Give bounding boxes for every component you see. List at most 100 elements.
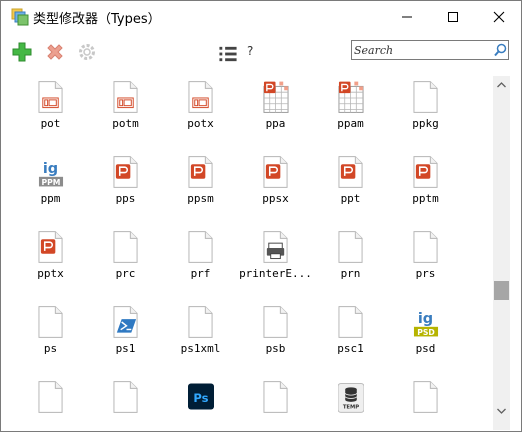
powerpoint-file-icon	[113, 156, 138, 188]
svg-text:Ps: Ps	[193, 391, 208, 405]
svg-text:PPM: PPM	[42, 178, 61, 187]
blank-file-icon	[338, 231, 363, 263]
file-type-item[interactable]: potx	[163, 76, 238, 146]
file-type-label: pptx	[37, 267, 64, 280]
file-type-label: pptm	[412, 192, 439, 205]
blank-file-icon	[113, 231, 138, 263]
svg-text:TEMP: TEMP	[343, 405, 359, 411]
powerpoint-file-icon	[188, 156, 213, 188]
file-type-item[interactable]	[88, 376, 163, 430]
blank-file-icon	[263, 306, 288, 338]
file-type-item[interactable]: ppsm	[163, 151, 238, 221]
file-type-item[interactable]: pptm	[388, 151, 463, 221]
file-type-item[interactable]: pot	[13, 76, 88, 146]
file-type-label: ppt	[340, 192, 361, 205]
file-type-item[interactable]: printerE...	[238, 226, 313, 296]
minimize-button[interactable]	[384, 1, 430, 32]
file-type-item[interactable]: psb	[238, 301, 313, 371]
file-type-label: pot	[40, 117, 61, 130]
file-type-item[interactable]: ppa	[238, 76, 313, 146]
file-type-label: prc	[115, 267, 136, 280]
svg-text:PSD: PSD	[417, 328, 435, 337]
file-type-item[interactable]: pps	[88, 151, 163, 221]
maximize-icon	[448, 12, 458, 22]
powershell-script-icon	[113, 306, 138, 338]
blank-file-icon	[188, 231, 213, 263]
file-type-item[interactable]: Ps	[163, 376, 238, 430]
scroll-thumb[interactable]	[494, 281, 509, 300]
maximize-button[interactable]	[430, 1, 476, 32]
close-icon	[493, 11, 505, 23]
file-type-item[interactable]: prn	[313, 226, 388, 296]
file-type-grid: pot potm potx ppa ppam ppkg ig PPM ppm pps ppsm pps…	[2, 76, 493, 430]
file-type-label: psd	[415, 342, 436, 355]
ppa-addin-icon	[263, 81, 289, 113]
file-type-item[interactable]: ig PPM ppm	[13, 151, 88, 221]
blank-file-icon	[413, 231, 438, 263]
blank-file-icon	[38, 381, 63, 413]
photoshop-icon: Ps	[188, 383, 214, 410]
file-type-label: potm	[112, 117, 139, 130]
file-type-item[interactable]: pptx	[13, 226, 88, 296]
file-type-item[interactable]	[388, 376, 463, 430]
app-icon	[11, 8, 29, 26]
search-icon[interactable]	[494, 43, 507, 57]
powerpoint-file-icon	[38, 231, 63, 263]
file-type-item[interactable]	[238, 376, 313, 430]
scroll-down-arrow[interactable]	[497, 408, 506, 414]
file-type-item[interactable]: ppkg	[388, 76, 463, 146]
file-type-label: potx	[187, 117, 214, 130]
file-type-item[interactable]: ps1xml	[163, 301, 238, 371]
database-temp-icon: TEMP	[338, 383, 364, 413]
search-box[interactable]	[351, 40, 509, 60]
title-bar[interactable]: 类型修改器（Types）	[1, 1, 521, 32]
powerpoint-file-icon	[413, 156, 438, 188]
file-type-item[interactable]: ppt	[313, 151, 388, 221]
list-view-button[interactable]	[218, 44, 238, 64]
file-type-item[interactable]: ig PSD psd	[388, 301, 463, 371]
blank-file-icon	[38, 306, 63, 338]
scroll-up-arrow[interactable]	[497, 82, 506, 88]
blank-file-icon	[263, 381, 288, 413]
file-type-item[interactable]: ps	[13, 301, 88, 371]
file-type-label: ppm	[40, 192, 61, 205]
delete-button[interactable]	[45, 42, 65, 62]
close-button[interactable]	[476, 1, 521, 32]
psd-image-icon: igPSD	[413, 311, 439, 337]
ppm-image-icon: igPPM	[38, 161, 64, 187]
blank-file-icon	[113, 381, 138, 413]
types-window: 类型修改器（Types） ? Search pot potm potx ppa …	[0, 0, 522, 432]
settings-button[interactable]	[77, 42, 97, 62]
add-button[interactable]	[12, 42, 32, 62]
file-type-label: ppam	[337, 117, 364, 130]
file-type-label: ppsm	[187, 192, 214, 205]
file-type-label: ppa	[265, 117, 286, 130]
search-input[interactable]	[354, 42, 484, 58]
window-title: 类型修改器（Types）	[33, 12, 161, 27]
file-type-label: prn	[340, 267, 361, 280]
file-type-label: printerE...	[239, 267, 312, 280]
file-type-item[interactable]: prc	[88, 226, 163, 296]
file-type-item[interactable]: potm	[88, 76, 163, 146]
file-type-label: ppkg	[412, 117, 439, 130]
file-type-item[interactable]: TEMP	[313, 376, 388, 430]
file-type-item[interactable]: prf	[163, 226, 238, 296]
potx-template-icon	[38, 81, 63, 113]
file-type-label: ps	[43, 342, 58, 355]
file-type-label: ps1	[115, 342, 136, 355]
file-type-item[interactable]: psc1	[313, 301, 388, 371]
blank-file-icon	[413, 381, 438, 413]
vertical-scrollbar[interactable]	[493, 76, 510, 430]
help-button[interactable]: ?	[247, 44, 253, 58]
file-type-item[interactable]: ppam	[313, 76, 388, 146]
potx-template-icon	[113, 81, 138, 113]
file-type-item[interactable]: prs	[388, 226, 463, 296]
file-type-item[interactable]: ps1	[88, 301, 163, 371]
file-type-item[interactable]: ppsx	[238, 151, 313, 221]
file-type-label: prs	[415, 267, 436, 280]
file-type-item[interactable]	[13, 376, 88, 430]
file-type-label: ps1xml	[180, 342, 221, 355]
toolbar: ?	[1, 32, 521, 74]
blank-file-icon	[338, 306, 363, 338]
minimize-icon	[402, 16, 412, 18]
